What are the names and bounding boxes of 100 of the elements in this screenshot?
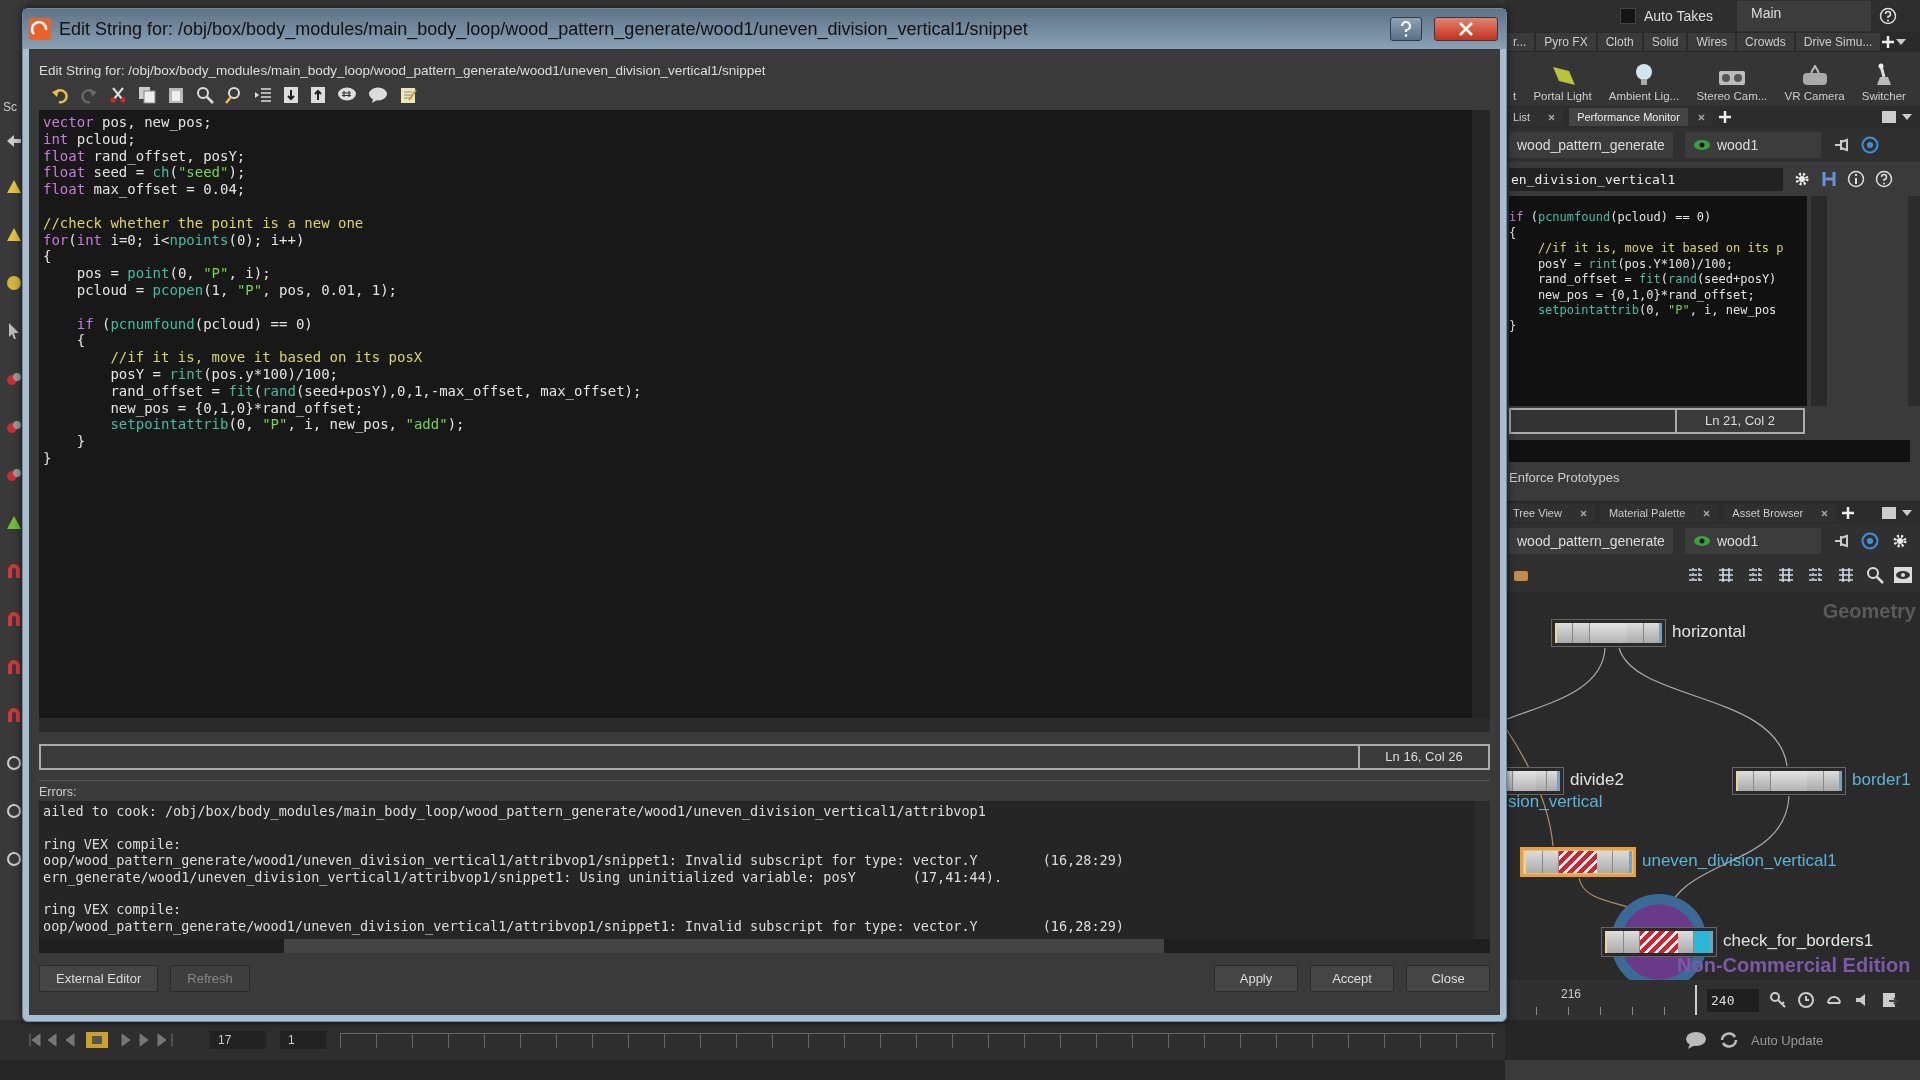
shape-icon[interactable]: [4, 466, 23, 484]
cone-icon[interactable]: [4, 226, 23, 244]
toolbox-icon[interactable]: [1513, 568, 1529, 582]
cone-icon[interactable]: [4, 178, 23, 196]
sphere-icon[interactable]: [4, 274, 23, 292]
plus-icon[interactable]: [1842, 507, 1855, 519]
shelf-tool-label[interactable]: Ambient Lig...: [1608, 90, 1680, 102]
node-path-dropdown[interactable]: wood1: [1684, 528, 1821, 554]
letter-h-icon[interactable]: [1821, 170, 1837, 188]
tab-label[interactable]: Sc: [0, 100, 17, 114]
close-icon[interactable]: [1579, 509, 1587, 517]
settings-icon[interactable]: [1793, 170, 1811, 188]
pin-icon[interactable]: [1832, 137, 1849, 153]
shelf-tool-label[interactable]: Portal Light: [1533, 90, 1592, 102]
network-path[interactable]: wood_pattern_generate: [1509, 132, 1673, 158]
update-mode-dropdown[interactable]: Auto Update: [1751, 1032, 1824, 1048]
node-path-dropdown[interactable]: wood1: [1684, 132, 1821, 158]
shape-icon[interactable]: [4, 370, 23, 388]
plus-icon[interactable]: [1718, 111, 1731, 123]
close-icon[interactable]: [1821, 509, 1829, 517]
triangle-icon[interactable]: [4, 514, 23, 532]
ring-icon[interactable]: [4, 850, 23, 868]
shelf-tool-label[interactable]: Stereo Cam...: [1696, 90, 1768, 102]
code-editor[interactable]: if (pcnumfound(pcloud) == 0) { //if it is, move it based on its p posY = rint(pos.Y*100)/100; rand_offset = fit(rand(seed+posY) new_pos = {0,1,0}*rand_offset; setpointattrib(0, "P", i, new_pos }: [1509, 196, 1807, 406]
search-icon[interactable]: [196, 86, 214, 104]
eye-icon[interactable]: [1894, 567, 1912, 583]
document-icon[interactable]: [283, 86, 299, 104]
shelf-tool-label[interactable]: VR Camera: [1784, 90, 1845, 102]
checkbox[interactable]: [1620, 8, 1636, 24]
end-frame-field[interactable]: 240: [1707, 988, 1759, 1012]
shelf-tab[interactable]: r...: [1505, 33, 1535, 51]
light-bulb-icon[interactable]: [1635, 63, 1653, 87]
network-node[interactable]: [1520, 847, 1636, 877]
dropdown-arrow-icon[interactable]: [1896, 39, 1907, 45]
paste-icon[interactable]: [167, 86, 185, 104]
undo-icon[interactable]: [51, 86, 69, 104]
find-replace-icon[interactable]: [225, 86, 243, 104]
network-node[interactable]: [1732, 767, 1846, 795]
dialog-button[interactable]: Close: [1406, 964, 1490, 992]
scrollbar[interactable]: [1472, 110, 1490, 718]
clock-icon[interactable]: [1797, 991, 1815, 1009]
shape-icon[interactable]: [4, 418, 23, 436]
target-icon[interactable]: [1860, 136, 1879, 154]
document-icon[interactable]: [310, 86, 326, 104]
dropdown-arrow-icon[interactable]: [1902, 510, 1912, 516]
help-button[interactable]: [1390, 17, 1422, 41]
cut-icon[interactable]: [109, 86, 127, 104]
take-dropdown[interactable]: Main: [1737, 1, 1871, 31]
export-icon[interactable]: [1881, 991, 1899, 1009]
info-icon[interactable]: [1847, 170, 1865, 188]
refresh-icon[interactable]: [1719, 1031, 1739, 1049]
text-field[interactable]: [39, 744, 1358, 770]
shelf-tab[interactable]: Pyro FX: [1536, 33, 1596, 51]
layout-tool-icon[interactable]: [1776, 566, 1796, 584]
help-icon[interactable]: [1879, 7, 1897, 25]
search-icon[interactable]: [1866, 566, 1884, 584]
scrollbar[interactable]: [1474, 801, 1490, 939]
scrollbar[interactable]: [39, 718, 1490, 732]
shelf-tool-label[interactable]: t: [1513, 90, 1517, 102]
scrollbar[interactable]: [39, 939, 1490, 953]
network-node[interactable]: [1551, 619, 1666, 647]
close-icon[interactable]: [1548, 113, 1556, 121]
text-field[interactable]: [1509, 440, 1910, 462]
ring-icon[interactable]: [4, 754, 23, 772]
shelf-tool-label[interactable]: Switcher: [1861, 90, 1906, 102]
notepad-icon[interactable]: [399, 86, 417, 104]
speech-bubble-icon[interactable]: [368, 86, 388, 104]
node-name-field[interactable]: en_division_vertical1: [1509, 167, 1783, 191]
network-path[interactable]: wood_pattern_generate: [1509, 528, 1673, 554]
shelf-tab[interactable]: Drive Simu...: [1795, 33, 1881, 51]
ring-icon[interactable]: [4, 802, 23, 820]
pin-icon[interactable]: [1832, 533, 1849, 549]
vr-headset-icon[interactable]: [1800, 65, 1829, 87]
dialog-button[interactable]: External Editor: [39, 964, 159, 992]
dropdown-arrow-icon[interactable]: [1902, 114, 1912, 120]
close-icon[interactable]: [1697, 113, 1705, 121]
plus-icon[interactable]: [1882, 36, 1895, 48]
timeline-ruler[interactable]: [340, 1032, 1495, 1048]
dialog-button[interactable]: Apply: [1214, 964, 1298, 992]
shelf-tab[interactable]: Crowds: [1737, 33, 1794, 51]
network-node[interactable]: [1601, 927, 1717, 957]
key-icon[interactable]: [1769, 991, 1787, 1009]
back-arrow-icon[interactable]: [5, 134, 22, 148]
network-node[interactable]: [1505, 767, 1564, 795]
pane-tab[interactable]: Performance Monitor: [1569, 108, 1688, 126]
layout-tool-icon[interactable]: [1836, 566, 1856, 584]
code-editor[interactable]: vector pos, new_pos; int pcloud; float rand_offset, posY; float seed = ch("seed"); float max_offset = 0.04; //check whether the point is a new one for(int i=0; i<npoints(0); i++) { pos = point(0, "P", i); pcloud = pcopen(1, "P", pos, 0.01, 1); if (pcnumfound(pcloud) == 0) { //if it is, move it based on its posX posY = rint(pos.y*100)/100; rand_offset = fit(rand(seed+posY),0,1,-max_offset, max_offset); new_pos = {0,1,0}*rand_offset; setpointattrib(0, "P", i, new_pos, "add"); } }: [39, 110, 1472, 718]
indent-icon[interactable]: [254, 86, 272, 104]
shelf-tab[interactable]: Cloth: [1597, 33, 1642, 51]
close-icon[interactable]: [1703, 509, 1711, 517]
layout-tool-icon[interactable]: [1716, 566, 1736, 584]
text-field[interactable]: [1509, 408, 1675, 434]
help-icon[interactable]: [1875, 170, 1893, 188]
shelf-tab[interactable]: Wires: [1688, 33, 1736, 51]
target-icon[interactable]: [1860, 532, 1879, 550]
frame-field[interactable]: 17: [210, 1031, 266, 1049]
chat-bubble-icon[interactable]: [1685, 1031, 1707, 1049]
dialog-button[interactable]: Accept: [1310, 964, 1394, 992]
shelf-tab[interactable]: Solid: [1643, 33, 1687, 51]
start-frame-field[interactable]: 1: [280, 1031, 326, 1049]
